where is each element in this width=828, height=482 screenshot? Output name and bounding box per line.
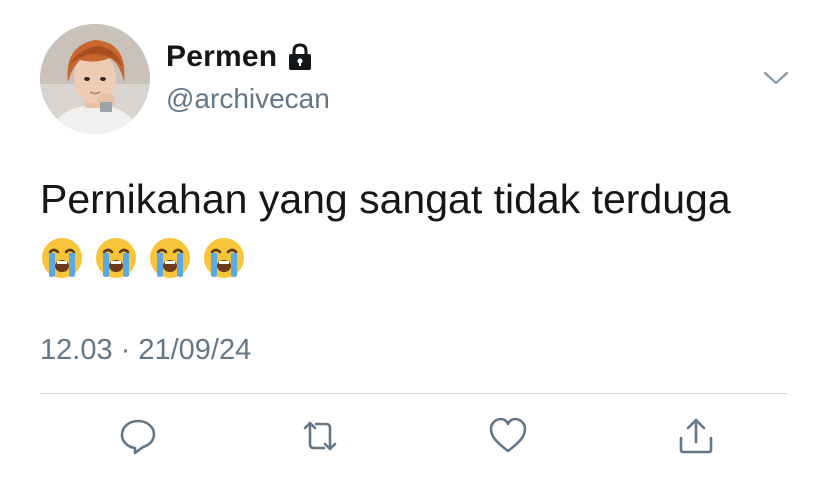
retweet-icon (303, 421, 337, 451)
tweet-text: Pernikahan yang sangat tidak terduga (40, 176, 731, 222)
divider (40, 393, 788, 394)
share-icon (679, 418, 713, 454)
loudly-crying-face-icon (204, 238, 244, 278)
share-button[interactable] (676, 416, 716, 456)
loudly-crying-face-icon (96, 238, 136, 278)
avatar[interactable] (40, 24, 150, 134)
chevron-down-icon[interactable] (762, 68, 790, 88)
heart-icon (489, 417, 527, 453)
handle[interactable]: @archivecan (166, 83, 330, 115)
display-name[interactable]: Permen (166, 40, 277, 74)
comment-icon (120, 419, 156, 455)
profile-photo (40, 24, 150, 134)
display-name-row[interactable]: Permen (166, 40, 313, 74)
timestamp[interactable]: 12.03 · 21/09/24 (40, 334, 251, 367)
retweet-button[interactable] (300, 416, 340, 456)
loudly-crying-face-icon (42, 238, 82, 278)
loudly-crying-face-icon (150, 238, 190, 278)
like-button[interactable] (488, 416, 528, 456)
lock-icon (287, 43, 313, 71)
reply-button[interactable] (118, 416, 158, 456)
emoji-row (40, 236, 246, 284)
